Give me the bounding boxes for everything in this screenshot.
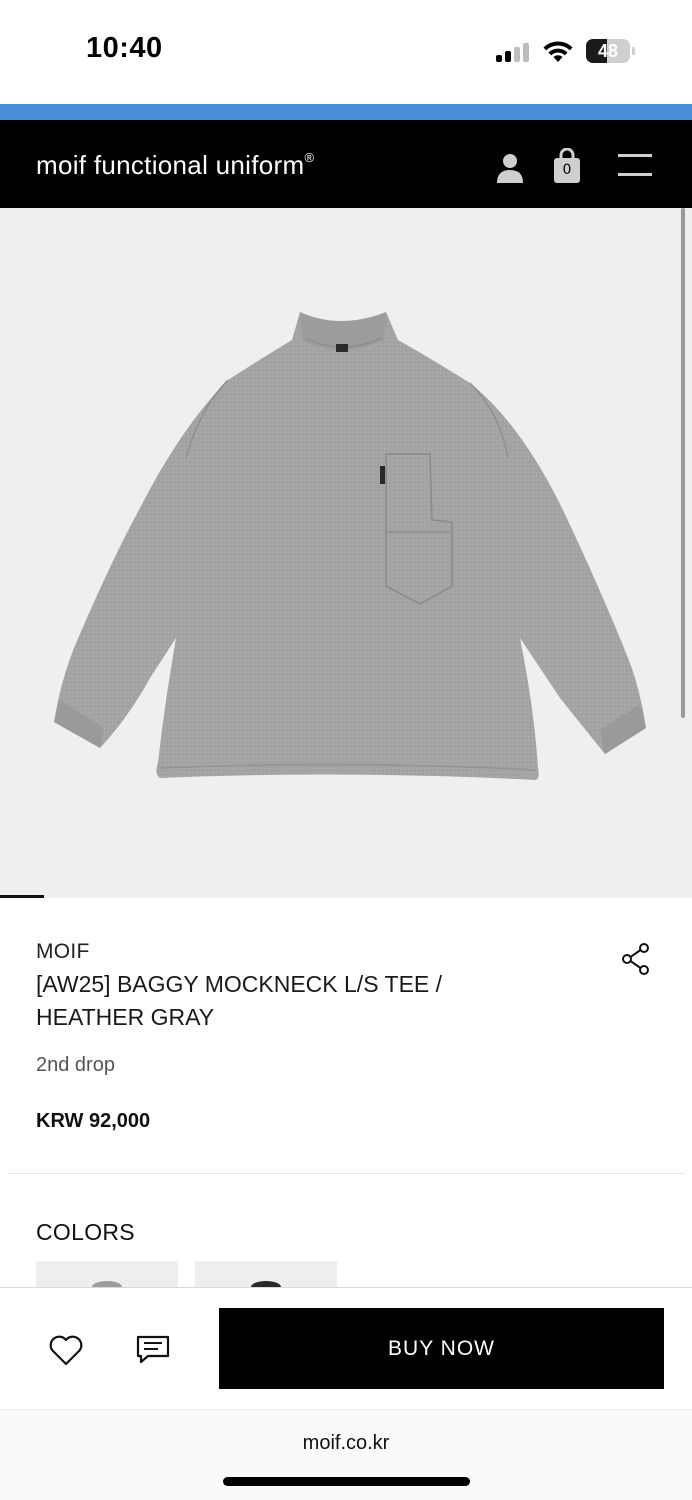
url-text[interactable]: moif.co.kr	[0, 1432, 692, 1455]
status-bar: 10:40 48	[0, 0, 692, 104]
wifi-icon	[543, 41, 573, 62]
cart-count: 0	[562, 162, 572, 178]
product-image[interactable]	[0, 208, 692, 898]
menu-icon[interactable]	[618, 154, 652, 178]
battery-icon: 48	[586, 39, 635, 63]
user-icon[interactable]	[494, 152, 526, 184]
cellular-signal-icon	[496, 42, 532, 62]
share-icon[interactable]	[620, 942, 652, 976]
heart-icon[interactable]	[48, 1333, 84, 1367]
drop-label: 2nd drop	[36, 1054, 115, 1076]
color-swatch-gray[interactable]	[36, 1261, 178, 1287]
home-indicator[interactable]	[223, 1477, 470, 1486]
site-logo[interactable]: moif functional uniform®	[36, 150, 314, 181]
product-title: [AW25] BAGGY MOCKNECK L/S TEE / HEATHER …	[36, 971, 443, 1030]
site-header: moif functional uniform® 0	[0, 120, 692, 208]
page-scrollbar[interactable]	[681, 208, 685, 718]
buy-now-button[interactable]: BUY NOW	[219, 1308, 664, 1389]
product-price: KRW 92,000	[36, 1110, 151, 1132]
browser-url-bar: moif.co.kr	[0, 1409, 692, 1500]
announcement-bar[interactable]	[0, 104, 692, 120]
product-photo	[54, 312, 646, 780]
product-brand[interactable]: MOIF	[36, 940, 90, 964]
colors-heading: COLORS	[36, 1219, 135, 1245]
color-swatch-black[interactable]	[195, 1261, 337, 1287]
battery-level: 48	[597, 41, 619, 61]
bottom-action-bar: BUY NOW	[0, 1287, 692, 1409]
shopping-bag-icon[interactable]: 0	[552, 147, 582, 184]
review-icon[interactable]	[136, 1334, 170, 1366]
divider	[8, 1173, 684, 1174]
status-time: 10:40	[86, 32, 163, 64]
image-slider-indicator[interactable]	[0, 895, 44, 898]
